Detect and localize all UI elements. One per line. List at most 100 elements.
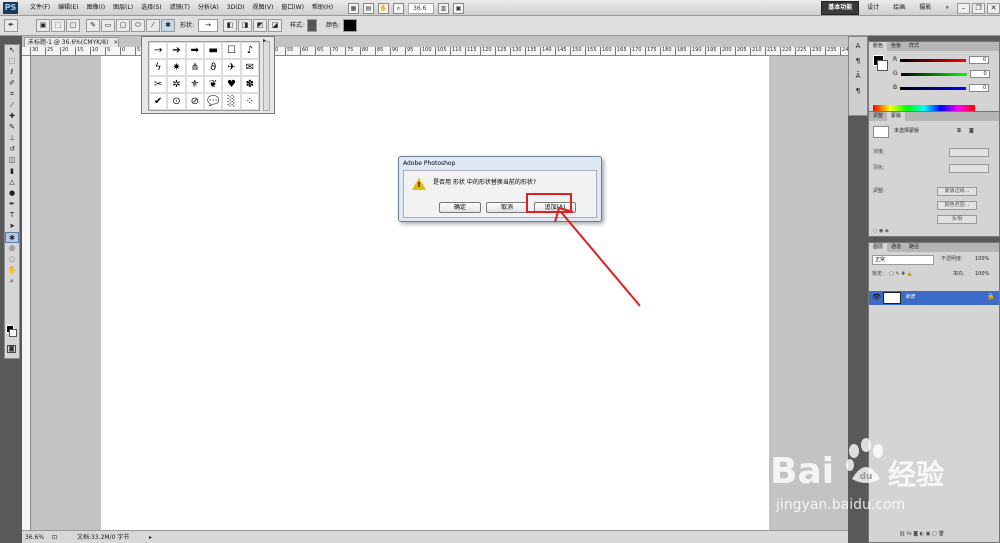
bridge-icon[interactable]: ▦ — [348, 2, 359, 14]
shape-cell[interactable]: ░ — [222, 93, 241, 110]
menu-select[interactable]: 选择(S) — [137, 0, 166, 16]
3d-rotate-icon[interactable]: ◎ — [5, 243, 19, 254]
shape-cell[interactable]: ✔ — [149, 93, 168, 110]
workspace-painting[interactable]: 绘画 — [887, 2, 911, 14]
close-icon[interactable]: ✕ — [987, 2, 1000, 14]
zoom-tool-icon[interactable]: ⌕ — [393, 2, 404, 14]
vector-mask-icon[interactable]: ◙ — [969, 127, 974, 136]
custom-shape-tool-icon[interactable]: ✱ — [161, 19, 175, 32]
picker-scrollbar[interactable] — [263, 41, 270, 111]
screen-mode-icon[interactable]: ▣ — [453, 2, 464, 14]
channel-value-g[interactable]: 0 — [969, 70, 990, 78]
layer-visibility-icon[interactable]: 👁 — [872, 293, 881, 301]
minimize-icon[interactable]: – — [957, 2, 970, 14]
paragraph-panel-icon[interactable]: ¶ — [851, 56, 865, 67]
zoom-level-field[interactable]: 36.6 — [408, 2, 434, 14]
slider-g[interactable] — [900, 72, 967, 76]
dodge-tool-icon[interactable]: ● — [5, 188, 19, 199]
shape-cell[interactable]: ✂ — [149, 76, 168, 93]
arrange-documents-icon[interactable]: ▥ — [438, 2, 449, 14]
shape-cell[interactable]: ➡ — [185, 42, 204, 59]
mask-edge-button[interactable]: 蒙版边缘... — [937, 187, 977, 196]
status-zoom[interactable]: 36.6% — [25, 532, 44, 543]
tab-paths[interactable]: 路径 — [905, 243, 923, 252]
cancel-button[interactable]: 取消 — [486, 202, 528, 213]
workspace-design[interactable]: 设计 — [861, 2, 885, 14]
shape-cell[interactable]: ⋔ — [185, 59, 204, 76]
clone-stamp-icon[interactable]: ⊥ — [5, 133, 19, 144]
rectangle-tool-icon[interactable]: ▭ — [101, 19, 115, 32]
workspace-essentials[interactable]: 基本功能 — [821, 1, 860, 15]
shape-dropdown[interactable]: → — [198, 19, 218, 32]
combine-mode-icon[interactable]: ◧ — [223, 19, 237, 32]
close-tab-icon[interactable]: × — [113, 39, 118, 46]
history-brush-icon[interactable]: ↺ — [5, 144, 19, 155]
tab-color[interactable]: 颜色 — [869, 42, 888, 51]
blend-mode-select[interactable]: 正常 — [872, 255, 934, 265]
status-zoom-icon[interactable]: ⊡ — [52, 532, 57, 543]
shape-cell[interactable]: ▬ — [204, 42, 223, 59]
mask-footer-icons[interactable]: ◌ ◉ ◈ — [873, 227, 889, 236]
path-select-icon[interactable]: ➤ — [5, 221, 19, 232]
menu-window[interactable]: 窗口(W) — [277, 0, 308, 16]
lasso-tool-icon[interactable]: ℓ — [5, 67, 19, 78]
pen-tool-icon[interactable]: ✒ — [5, 199, 19, 210]
shape-cell[interactable]: ❦ — [204, 76, 223, 93]
shape-cell[interactable]: ☐ — [222, 42, 241, 59]
add-mode-icon[interactable]: ◨ — [238, 19, 252, 32]
para-style-icon[interactable]: ¶ — [851, 86, 865, 97]
document-tab[interactable]: 未标题-1 @ 36.6%(CMYK/8) × — [24, 37, 119, 47]
menu-layer[interactable]: 图层(L) — [109, 0, 137, 16]
shape-cell[interactable]: ➔ — [167, 42, 186, 59]
canvas[interactable] — [101, 56, 769, 530]
type-tool-icon[interactable]: T — [5, 210, 19, 221]
lock-icons[interactable]: ▢ ✎ ✚ 🔒 — [889, 270, 913, 279]
fill-value[interactable]: 100% — [975, 270, 989, 279]
shape-cell[interactable]: ✈ — [222, 59, 241, 76]
quick-select-icon[interactable]: ✐ — [5, 78, 19, 89]
3d-orbit-icon[interactable]: ◌ — [5, 254, 19, 265]
tab-layers[interactable]: 图层 — [869, 243, 888, 252]
tab-masks[interactable]: 蒙版 — [887, 112, 906, 121]
ellipse-tool-icon[interactable]: ⬭ — [131, 19, 145, 32]
style-swatch[interactable] — [307, 19, 317, 32]
healing-brush-icon[interactable]: ✚ — [5, 111, 19, 122]
tab-styles[interactable]: 样式 — [905, 42, 923, 51]
shape-cell[interactable]: ✷ — [167, 59, 186, 76]
layer-row-background[interactable]: 👁 背景 🔒 — [869, 291, 999, 305]
tool-preset-icon[interactable]: ✒ — [4, 19, 18, 32]
pen-tool-icon[interactable]: ✎ — [86, 19, 100, 32]
panel-background-swatch[interactable] — [877, 60, 888, 71]
shape-cell[interactable]: ⊘ — [185, 93, 204, 110]
color-swatch[interactable] — [343, 19, 357, 32]
rounded-rectangle-icon[interactable]: ▢ — [116, 19, 130, 32]
menu-analysis[interactable]: 分析(A) — [194, 0, 223, 16]
pixel-mask-icon[interactable]: ◘ — [957, 127, 961, 136]
slider-r[interactable] — [900, 58, 967, 62]
hand-tool-icon[interactable]: ✋ — [5, 265, 19, 276]
line-tool-icon[interactable]: ⁄ — [146, 19, 160, 32]
picker-menu-icon[interactable]: ▸ — [263, 37, 266, 44]
color-range-button[interactable]: 颜色范围... — [937, 201, 977, 210]
menu-image[interactable]: 图像(I) — [83, 0, 109, 16]
channel-value-r[interactable]: 0 — [969, 56, 990, 64]
move-tool-icon[interactable]: ↖ — [5, 45, 19, 56]
shape-cell[interactable]: ✲ — [167, 76, 186, 93]
gradient-tool-icon[interactable]: ▮ — [5, 166, 19, 177]
character-panel-icon[interactable]: A — [851, 41, 865, 52]
quick-mask-icon[interactable]: ◙ — [7, 345, 16, 353]
feather-field[interactable] — [949, 164, 989, 173]
subtract-mode-icon[interactable]: ◩ — [253, 19, 267, 32]
hand-icon[interactable]: ✋ — [378, 2, 389, 14]
menu-filter[interactable]: 滤镜(T) — [166, 0, 194, 16]
brush-tool-icon[interactable]: ✎ — [5, 122, 19, 133]
shape-cell[interactable]: ♥ — [222, 76, 241, 93]
menu-3d[interactable]: 3D(D) — [223, 0, 249, 16]
restore-icon[interactable]: ❐ — [972, 2, 985, 14]
shape-cell[interactable]: ✉ — [240, 59, 259, 76]
shape-cell[interactable]: ⊙ — [167, 93, 186, 110]
shape-cell[interactable]: ⁘ — [240, 93, 259, 110]
menu-view[interactable]: 视图(V) — [249, 0, 278, 16]
slider-b[interactable] — [900, 86, 967, 90]
shape-cell[interactable]: ✽ — [240, 76, 259, 93]
